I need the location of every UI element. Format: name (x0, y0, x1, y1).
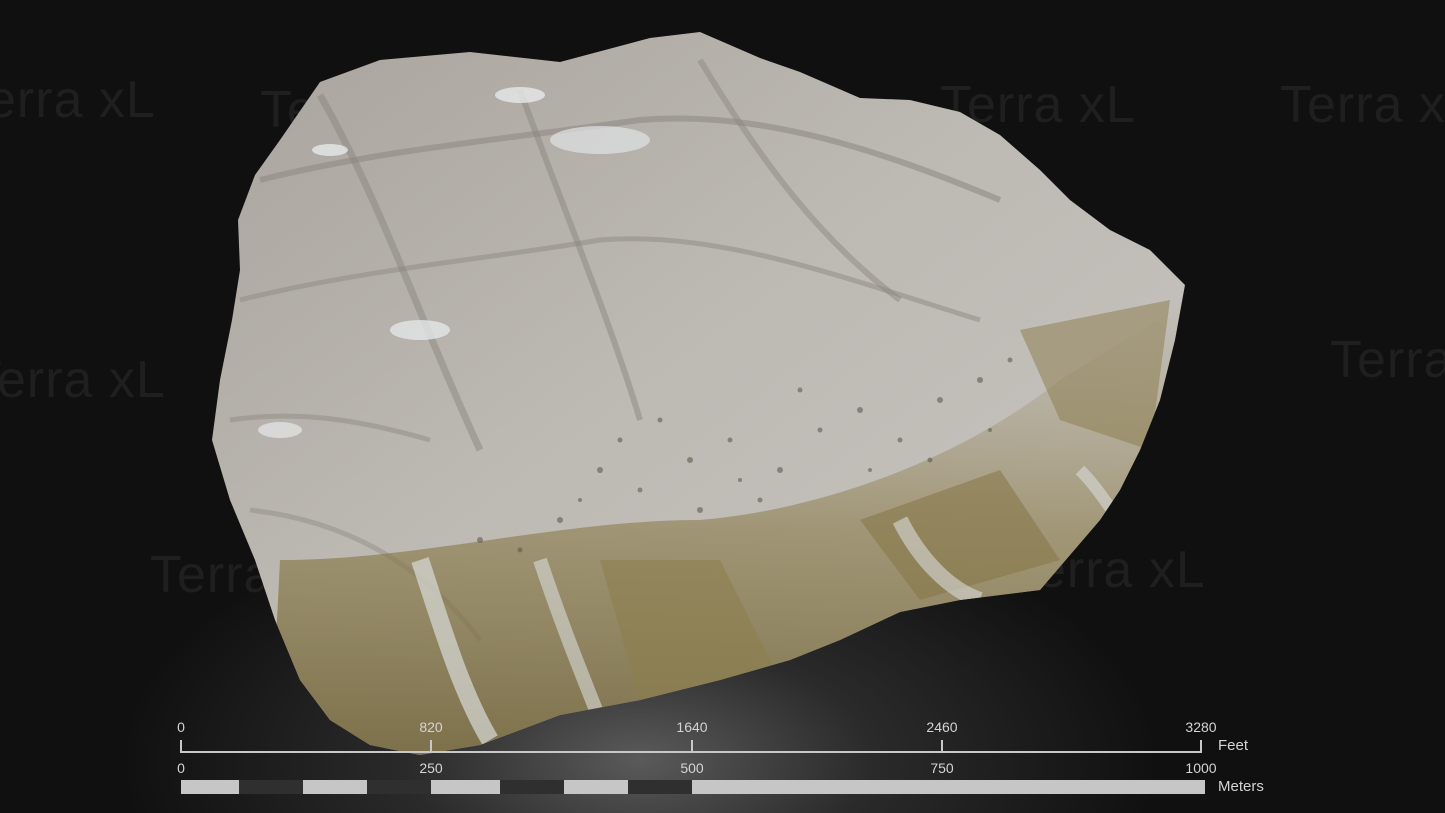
meter-segment (431, 780, 500, 794)
feet-tick-label: 1640 (676, 719, 708, 735)
scale-bar: 0 820 1640 2460 3280 Feet 0 250 500 750 … (0, 0, 1445, 813)
meter-segment (239, 780, 303, 794)
meter-tick-label: 1000 (1185, 760, 1217, 776)
meter-segment (500, 780, 564, 794)
meter-scale-bar (181, 780, 1205, 794)
feet-tick-label: 820 (419, 719, 443, 735)
meter-segment (367, 780, 431, 794)
feet-unit-label: Feet (1218, 737, 1249, 754)
feet-scale-line (181, 751, 1202, 753)
feet-tick-label: 3280 (1185, 719, 1217, 735)
meter-segment (628, 780, 692, 794)
meter-tick-label: 500 (680, 760, 704, 776)
meter-segment (303, 780, 367, 794)
meter-segment (181, 780, 239, 794)
meter-segment (564, 780, 628, 794)
meter-segment (692, 780, 1205, 794)
meters-unit-label: Meters (1218, 778, 1264, 795)
meter-tick-label: 750 (930, 760, 954, 776)
feet-tick-label: 0 (177, 719, 185, 735)
meter-tick-label: 250 (419, 760, 443, 776)
feet-tick-label: 2460 (926, 719, 958, 735)
meter-tick-label: 0 (177, 760, 185, 776)
